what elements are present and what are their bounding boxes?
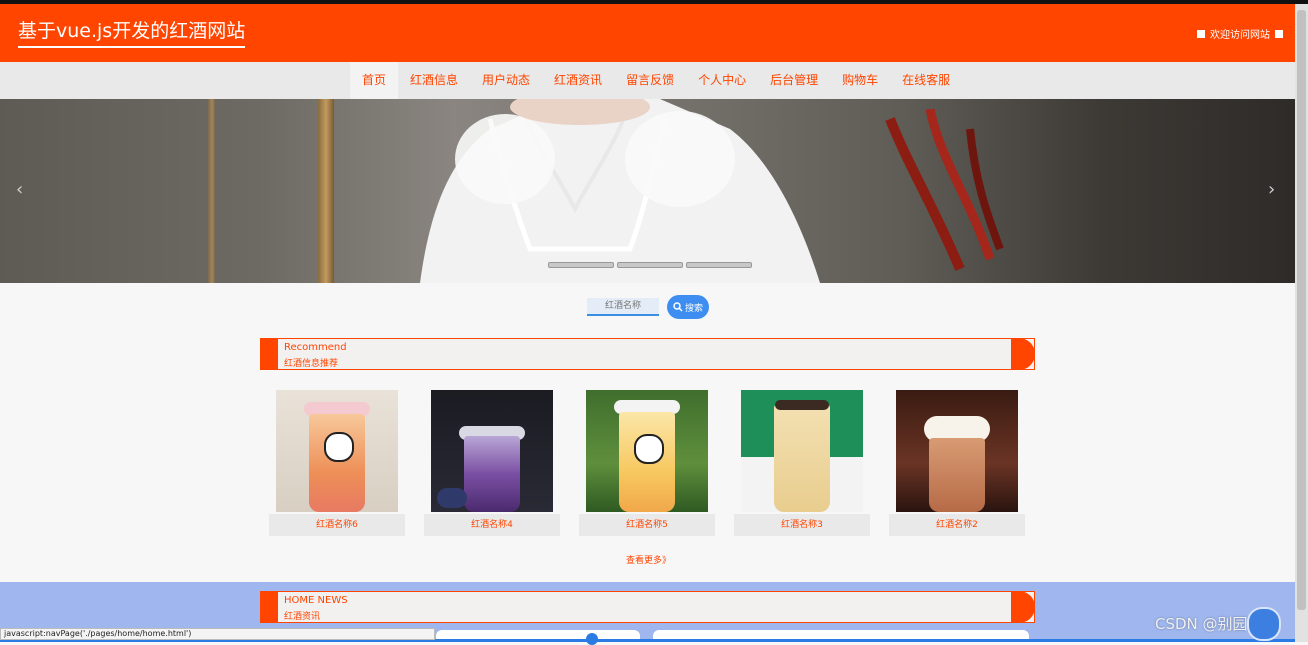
product-card[interactable]: 红酒名称4 [424,390,560,536]
product-card[interactable]: 红酒名称6 [269,390,405,536]
site-title[interactable]: 基于vue.js开发的红酒网站 [18,18,246,48]
banner-image [420,99,820,283]
product-name[interactable]: 红酒名称6 [269,514,405,536]
cup-body [464,436,520,512]
chevron-left-icon[interactable]: ‹ [16,179,23,200]
banner-wood-post [208,99,216,283]
nav-item-wine-news[interactable]: 红酒资讯 [542,62,614,99]
carousel-dot[interactable] [548,262,614,268]
product-image[interactable] [431,390,553,512]
blueberry-decor [437,488,467,508]
product-name[interactable]: 红酒名称5 [579,514,715,536]
brand-logo-icon [324,432,354,462]
search-input[interactable] [587,298,659,316]
main-nav: 首页 红酒信息 用户动态 红酒资讯 留言反馈 个人中心 后台管理 购物车 在线客… [0,62,1295,99]
nav-item-profile[interactable]: 个人中心 [686,62,758,99]
cup-body [774,404,830,512]
banner-carousel[interactable]: ‹ › [0,99,1295,283]
nav-item-home[interactable]: 首页 [350,62,399,99]
product-card[interactable]: 红酒名称5 [579,390,715,536]
square-icon [1197,29,1205,38]
nav-item-admin[interactable]: 后台管理 [758,62,830,99]
search-bar: 搜索 [587,295,709,319]
site-header: 基于vue.js开发的红酒网站 欢迎访问网站 [0,4,1295,62]
section-title-cn: 红酒信息推荐 [284,359,339,369]
news-section-header: HOME NEWS 红酒资讯 [260,591,1035,623]
view-more-link[interactable]: 查看更多》 [626,553,671,566]
product-image[interactable] [276,390,398,512]
product-image[interactable] [586,390,708,512]
section-end-cap [1011,338,1035,370]
section-accent-bar [261,339,278,369]
banner-chili-decor [885,109,1004,271]
recommend-section-header: Recommend 红酒信息推荐 [260,338,1035,370]
square-icon [1275,29,1283,38]
scrollbar-thumb[interactable] [1297,10,1306,610]
carousel-dot[interactable] [686,262,752,268]
product-card[interactable]: 红酒名称3 [734,390,870,536]
nav-item-support[interactable]: 在线客服 [890,62,962,99]
nav-list: 首页 红酒信息 用户动态 红酒资讯 留言反馈 个人中心 后台管理 购物车 在线客… [350,62,962,99]
product-name[interactable]: 红酒名称3 [734,514,870,536]
nav-item-feedback[interactable]: 留言反馈 [614,62,686,99]
cup-body [309,414,365,512]
nav-item-wine-info[interactable]: 红酒信息 [398,62,470,99]
welcome-banner: 欢迎访问网站 [1197,26,1283,41]
welcome-text: 欢迎访问网站 [1210,30,1270,41]
section-title-cn: 红酒资讯 [284,612,321,622]
nav-item-cart[interactable]: 购物车 [830,62,890,99]
product-image[interactable] [741,390,863,512]
carousel-indicators [548,262,752,268]
product-name[interactable]: 红酒名称4 [424,514,560,536]
section-title-en: HOME NEWS [284,595,348,606]
vertical-scrollbar[interactable] [1295,4,1308,642]
section-accent-bar [261,592,278,622]
product-name[interactable]: 红酒名称2 [889,514,1025,536]
product-image[interactable] [896,390,1018,512]
progress-knob[interactable] [586,633,598,645]
nav-item-user-posts[interactable]: 用户动态 [470,62,542,99]
search-button-label: 搜索 [684,303,703,314]
product-card[interactable]: 红酒名称2 [889,390,1025,536]
cup-body [929,438,985,512]
search-button[interactable]: 搜索 [667,295,709,319]
boba-topping-decor [775,400,829,410]
section-title-en: Recommend [284,342,347,353]
carousel-dot[interactable] [617,262,683,268]
brand-logo-icon [634,434,664,464]
chevron-right-icon[interactable]: › [1268,179,1275,200]
search-icon [673,302,683,312]
status-bar-url: javascript:navPage('./pages/home/home.ht… [0,628,435,640]
floating-action-button[interactable] [1247,607,1281,641]
product-list: 红酒名称6 红酒名称4 红酒名称5 红酒名称3 红酒名称2 [269,390,1025,536]
section-end-cap [1011,591,1035,623]
